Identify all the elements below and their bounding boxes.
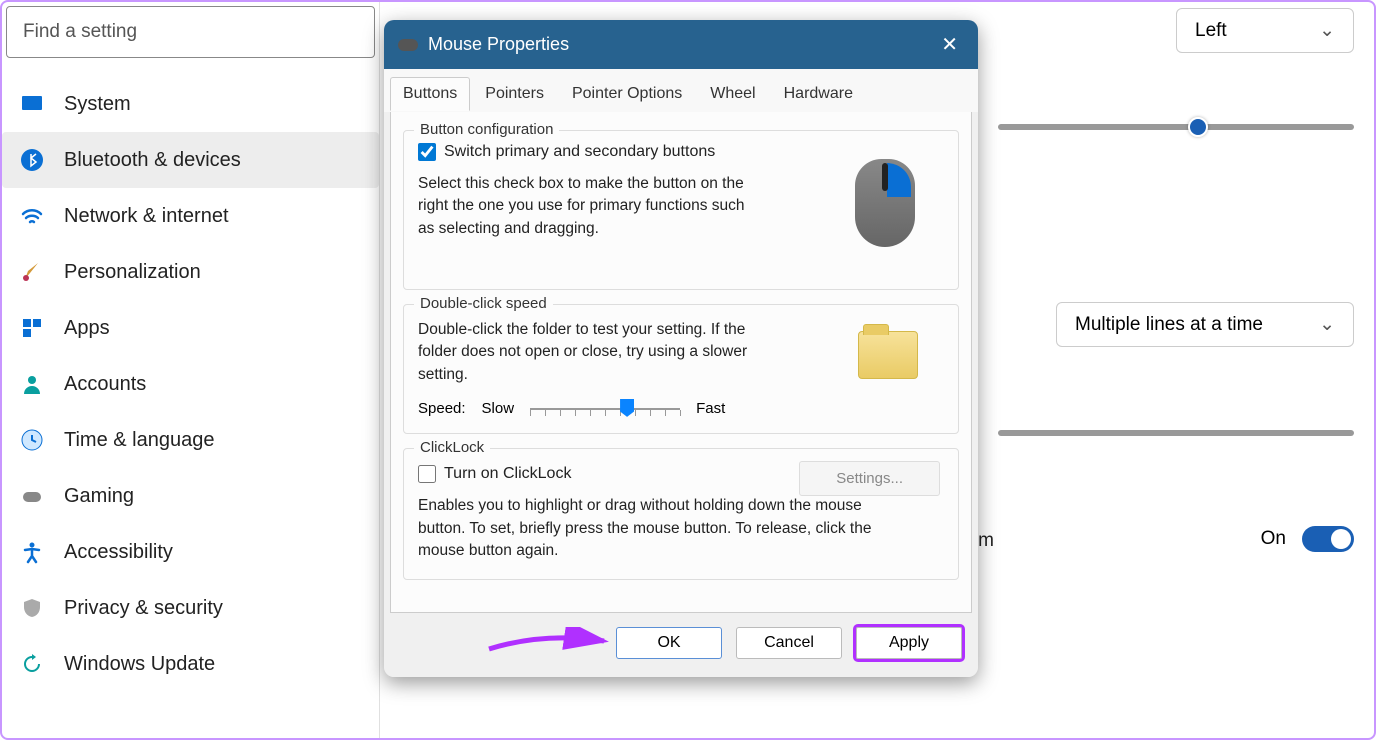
dialog-titlebar[interactable]: Mouse Properties ✕	[384, 20, 978, 69]
toggle-label: On	[1261, 528, 1286, 550]
scroll-lines-slider[interactable]	[998, 430, 1354, 436]
slider-thumb[interactable]	[620, 399, 634, 417]
shield-icon	[20, 596, 44, 620]
sidebar-item-bluetooth[interactable]: Bluetooth & devices	[2, 132, 379, 188]
folder-illustration[interactable]	[858, 331, 918, 379]
toggle-row: On	[1261, 526, 1354, 552]
group-description: Select this check box to make the button…	[418, 173, 758, 240]
dialog-body: Button configuration Switch primary and …	[390, 112, 972, 613]
person-icon	[20, 372, 44, 396]
nav-label: Accessibility	[64, 541, 173, 564]
mouse-icon	[398, 39, 418, 51]
close-icon[interactable]: ✕	[935, 30, 964, 59]
sidebar-item-personalization[interactable]: Personalization	[2, 244, 379, 300]
clicklock-checkbox[interactable]	[418, 465, 436, 483]
checkbox-label: Turn on ClickLock	[444, 465, 571, 483]
nav-label: Bluetooth & devices	[64, 149, 241, 172]
sidebar-item-update[interactable]: Windows Update	[2, 636, 379, 692]
dialog-title: Mouse Properties	[428, 34, 569, 55]
tab-wheel[interactable]: Wheel	[697, 77, 768, 111]
sidebar-item-system[interactable]: System	[2, 76, 379, 132]
nav-label: Apps	[64, 317, 110, 340]
chevron-down-icon: ⌄	[1319, 19, 1335, 42]
dropdown-value: Left	[1195, 20, 1227, 42]
nav-label: Time & language	[64, 429, 214, 452]
sidebar-item-time[interactable]: Time & language	[2, 412, 379, 468]
arrow-annotation	[484, 627, 614, 657]
primary-button-dropdown[interactable]: Left ⌄	[1176, 8, 1354, 53]
brush-icon	[20, 260, 44, 284]
sidebar-item-accounts[interactable]: Accounts	[2, 356, 379, 412]
group-doubleclick: Double-click speed Double-click the fold…	[403, 304, 959, 434]
nav-label: Windows Update	[64, 653, 215, 676]
slow-label: Slow	[482, 400, 515, 417]
clock-icon	[20, 428, 44, 452]
nav-label: Accounts	[64, 373, 146, 396]
apps-icon	[20, 316, 44, 340]
fast-label: Fast	[696, 400, 725, 417]
nav-label: Personalization	[64, 261, 201, 284]
tab-hardware[interactable]: Hardware	[771, 77, 866, 111]
slider-thumb[interactable]	[1188, 117, 1208, 137]
group-title: Double-click speed	[414, 295, 553, 312]
update-icon	[20, 652, 44, 676]
group-title: ClickLock	[414, 439, 490, 456]
clicklock-settings-button: Settings...	[799, 461, 940, 496]
checkbox-label: Switch primary and secondary buttons	[444, 143, 715, 161]
dropdown-value: Multiple lines at a time	[1075, 314, 1263, 336]
truncated-text: m	[978, 530, 994, 552]
ok-button[interactable]: OK	[616, 627, 722, 659]
switch-buttons-checkbox[interactable]	[418, 143, 436, 161]
bluetooth-icon	[20, 148, 44, 172]
speed-row: Speed: Slow Fast	[418, 400, 944, 417]
pointer-speed-slider[interactable]	[998, 124, 1354, 130]
apply-button[interactable]: Apply	[856, 627, 962, 659]
gamepad-icon	[20, 484, 44, 508]
tab-pointers[interactable]: Pointers	[472, 77, 557, 111]
display-icon	[20, 92, 44, 116]
toggle-switch[interactable]	[1302, 526, 1354, 552]
nav-label: Network & internet	[64, 205, 229, 228]
sidebar-item-apps[interactable]: Apps	[2, 300, 379, 356]
tab-buttons[interactable]: Buttons	[390, 77, 470, 111]
tab-pointer-options[interactable]: Pointer Options	[559, 77, 695, 111]
mouse-properties-dialog: Mouse Properties ✕ Buttons Pointers Poin…	[384, 20, 978, 677]
nav-list: System Bluetooth & devices Network & int…	[2, 76, 379, 692]
settings-sidebar: Find a setting System Bluetooth & device…	[2, 2, 380, 738]
accessibility-icon	[20, 540, 44, 564]
wifi-icon	[20, 204, 44, 228]
scroll-mode-dropdown[interactable]: Multiple lines at a time ⌄	[1056, 302, 1354, 347]
sidebar-item-accessibility[interactable]: Accessibility	[2, 524, 379, 580]
sidebar-item-network[interactable]: Network & internet	[2, 188, 379, 244]
chevron-down-icon: ⌄	[1319, 313, 1335, 336]
speed-label: Speed:	[418, 400, 466, 417]
group-title: Button configuration	[414, 121, 559, 138]
group-description: Enables you to highlight or drag without…	[418, 495, 888, 562]
dialog-button-row: OK Cancel Apply	[384, 613, 978, 677]
doubleclick-speed-slider[interactable]	[530, 408, 680, 410]
nav-label: Privacy & security	[64, 597, 223, 620]
nav-label: System	[64, 93, 131, 116]
sidebar-item-gaming[interactable]: Gaming	[2, 468, 379, 524]
group-clicklock: ClickLock Turn on ClickLock Settings... …	[403, 448, 959, 579]
mouse-illustration	[830, 149, 940, 259]
sidebar-item-privacy[interactable]: Privacy & security	[2, 580, 379, 636]
search-input[interactable]: Find a setting	[6, 6, 375, 58]
dialog-tabs: Buttons Pointers Pointer Options Wheel H…	[384, 69, 978, 112]
nav-label: Gaming	[64, 485, 134, 508]
cancel-button[interactable]: Cancel	[736, 627, 842, 659]
group-description: Double-click the folder to test your set…	[418, 319, 758, 386]
group-button-config: Button configuration Switch primary and …	[403, 130, 959, 290]
